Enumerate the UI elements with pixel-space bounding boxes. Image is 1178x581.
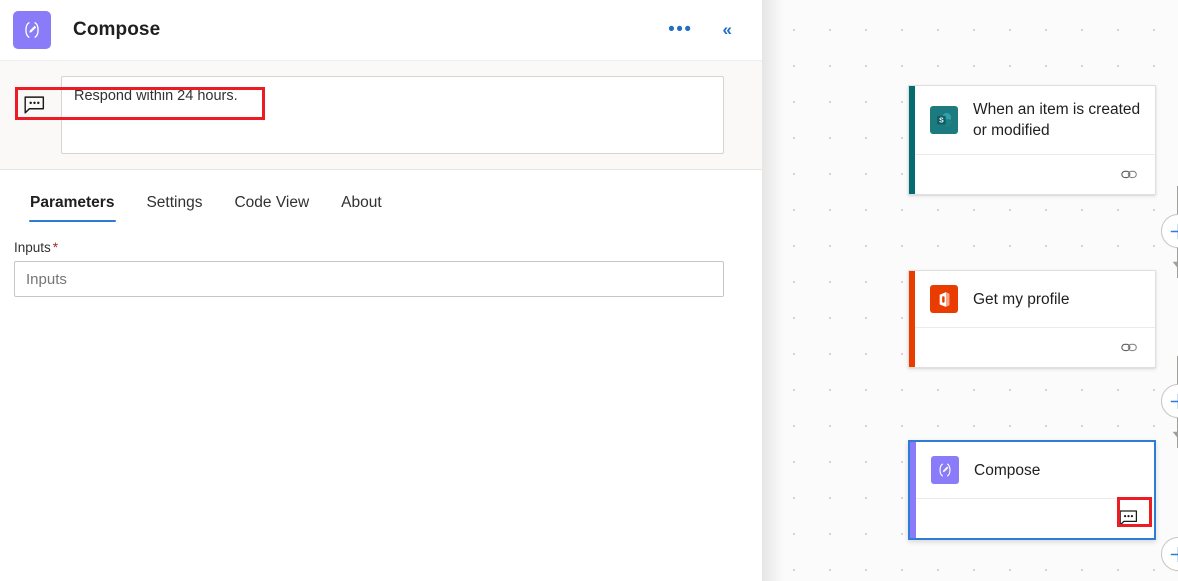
node-header: Get my profile — [915, 271, 1155, 327]
node-footer — [915, 154, 1155, 194]
node-footer — [916, 498, 1154, 538]
add-step-button-2[interactable] — [1161, 384, 1178, 418]
office365-icon — [930, 285, 958, 313]
add-step-button-1[interactable] — [1161, 214, 1178, 248]
node-title: Get my profile — [973, 290, 1070, 308]
collapse-panel-button[interactable]: « — [703, 16, 744, 44]
panel-tabs: Parameters Settings Code View About — [0, 170, 762, 222]
node-body: Compose — [916, 442, 1154, 538]
compose-icon — [931, 456, 959, 484]
svg-text:S: S — [939, 117, 944, 124]
node-header: S When an item is created or modified — [915, 86, 1155, 154]
flow-designer: Compose ••• « Parameters Settings Code V… — [0, 0, 1178, 581]
node-body: S When an item is created or modified — [915, 86, 1155, 194]
parameters-form: Inputs * — [0, 222, 762, 297]
panel-header: Compose ••• « — [0, 0, 762, 60]
comment-icon[interactable] — [1116, 508, 1140, 530]
link-icon[interactable] — [1117, 164, 1141, 186]
tab-settings[interactable]: Settings — [130, 194, 218, 222]
node-title: Compose — [974, 461, 1041, 479]
node-footer — [915, 327, 1155, 367]
tab-about[interactable]: About — [325, 194, 398, 222]
inputs-label-text: Inputs — [14, 240, 51, 255]
flow-node-get-my-profile[interactable]: Get my profile — [908, 270, 1156, 368]
more-options-button[interactable]: ••• — [658, 16, 702, 44]
action-details-panel: Compose ••• « Parameters Settings Code V… — [0, 0, 762, 581]
connector-arrow — [1171, 426, 1178, 439]
tab-parameters[interactable]: Parameters — [14, 194, 130, 222]
node-body: Get my profile — [915, 271, 1155, 367]
add-step-button-3[interactable] — [1161, 537, 1178, 571]
connector-arrow — [1171, 256, 1178, 269]
node-title: When an item is created or modified — [973, 101, 1141, 139]
sharepoint-icon: S — [930, 106, 958, 134]
flow-node-compose[interactable]: Compose — [908, 440, 1156, 540]
flow-canvas[interactable]: S When an item is created or modified Ge… — [762, 0, 1178, 581]
tab-code-view[interactable]: Code View — [218, 194, 325, 222]
comment-icon — [17, 90, 51, 120]
node-header: Compose — [916, 442, 1154, 498]
page-title: Compose — [73, 19, 161, 40]
compose-icon — [13, 11, 51, 49]
inputs-field-label: Inputs * — [14, 240, 724, 255]
inputs-input[interactable] — [14, 261, 724, 297]
link-icon[interactable] — [1117, 337, 1141, 359]
comment-section — [0, 60, 762, 170]
required-asterisk: * — [52, 240, 59, 255]
flow-node-trigger[interactable]: S When an item is created or modified — [908, 85, 1156, 195]
comment-textarea[interactable] — [61, 76, 724, 154]
